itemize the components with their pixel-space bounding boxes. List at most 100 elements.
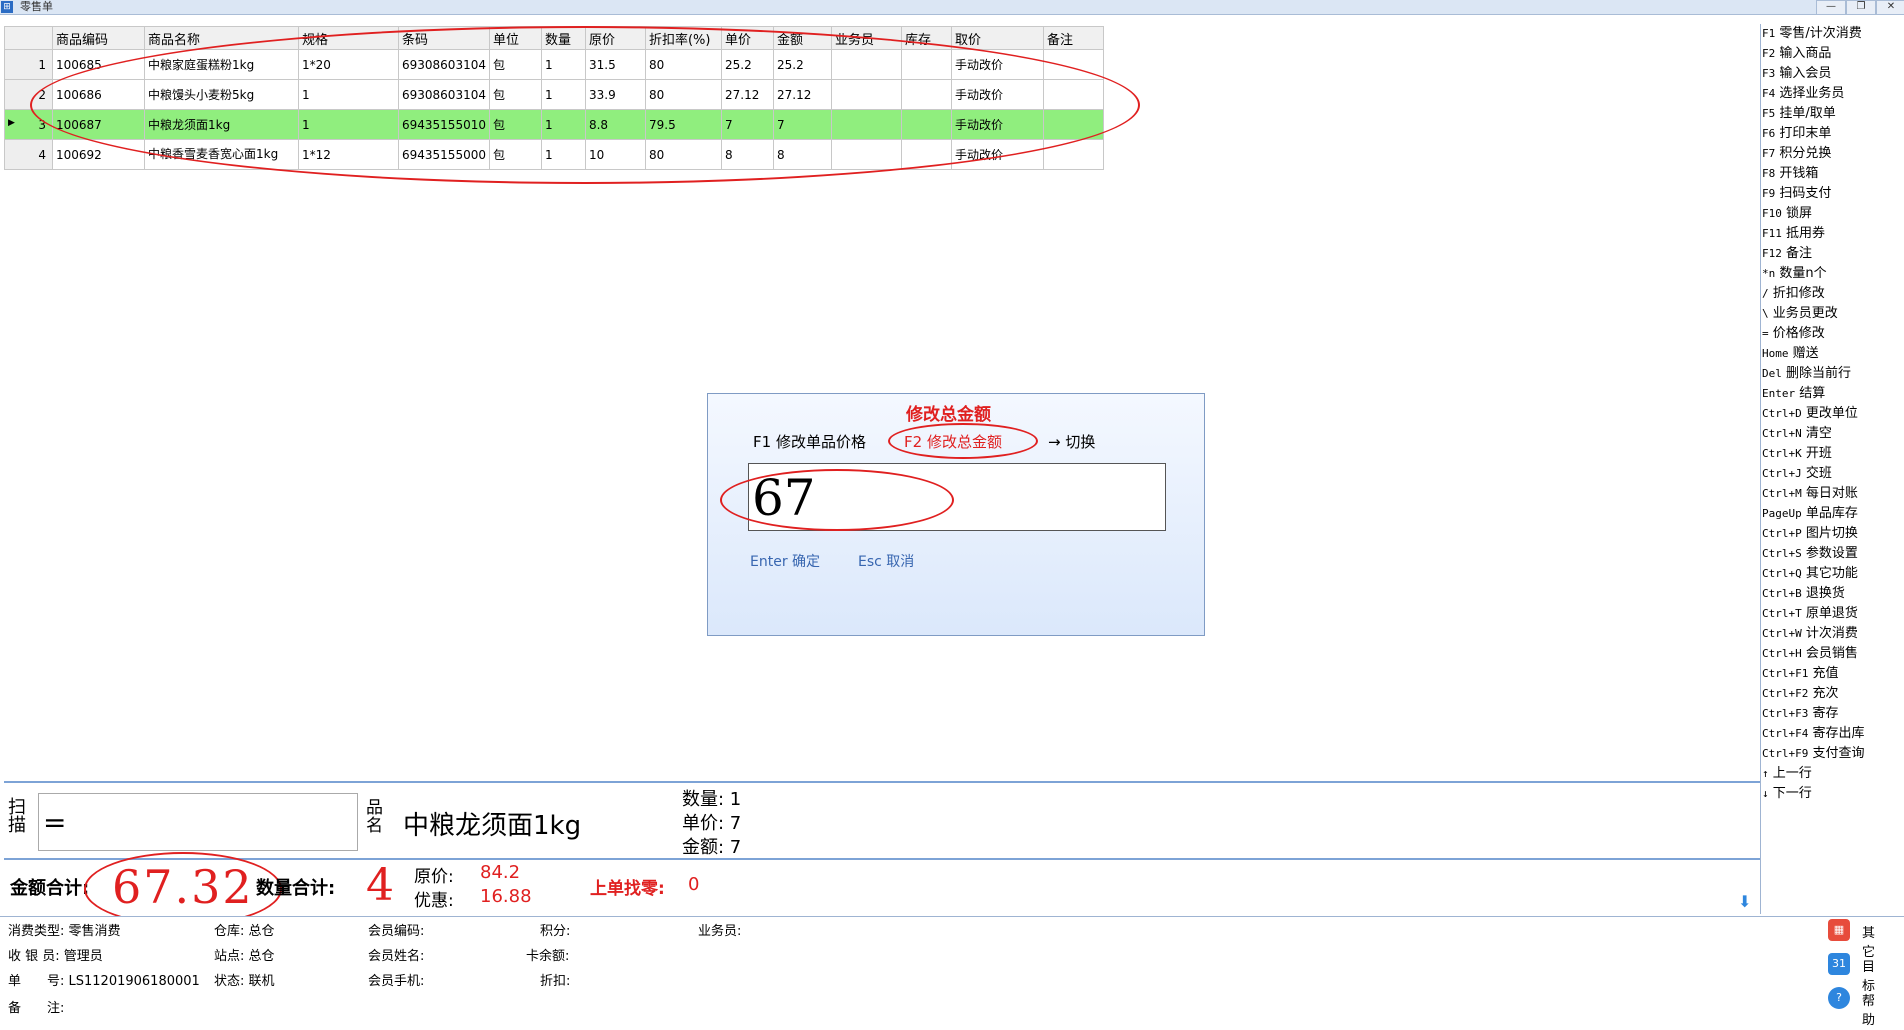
fn-key: F6 [1762,127,1776,140]
annotation-ellipse-f2 [888,423,1038,459]
fn-label: 删除当前行 [1786,366,1852,381]
scan-panel: 扫描 = 品名 中粮龙须面1kg 数量: 1 单价: 7 金额: 7 [4,781,1760,860]
fn-item[interactable]: F1 零售/计次消费 [1762,24,1904,44]
row-number: 1 [4,49,53,80]
fn-label: 退换货 [1805,586,1845,601]
fn-item[interactable]: Ctrl+B 退换货 [1762,584,1904,604]
remark[interactable]: 备 注: [8,997,64,1016]
calendar-icon: 31 [1828,953,1850,975]
discount-value: 16.88 [480,886,532,907]
expand-down-icon[interactable]: ⬇ [1738,894,1752,910]
cashier: 收 银 员: 管理员 [8,949,103,964]
fn-item[interactable]: *n 数量n个 [1762,264,1904,284]
minimize-button[interactable]: — [1816,0,1846,15]
fn-key: Ctrl+F2 [1762,687,1809,700]
switch-hint: → 切换 [1048,433,1096,451]
annotation-ellipse-total [84,852,282,926]
fn-item[interactable]: Ctrl+J 交班 [1762,464,1904,484]
fn-item[interactable]: Ctrl+P 图片切换 [1762,524,1904,544]
fn-item[interactable]: Ctrl+W 计次消费 [1762,624,1904,644]
member-phone: 会员手机: [368,974,425,989]
fn-key: Ctrl+M [1762,487,1802,500]
current-price: 单价: 7 [682,813,742,834]
fn-key: PageUp [1762,507,1802,520]
fn-key: Ctrl+Q [1762,567,1802,580]
annotation-ellipse-table [30,26,1140,184]
fn-item[interactable]: Ctrl+Q 其它功能 [1762,564,1904,584]
edit-single-price-option[interactable]: F1 修改单品价格 [753,431,866,452]
fn-key: ↑ [1762,767,1769,780]
header-note[interactable]: 备注 [1042,26,1104,50]
total-amount-label: 金额合计: [10,878,90,899]
fn-key: F12 [1762,247,1782,260]
fn-label: 更改单位 [1805,406,1858,421]
fn-item[interactable]: F3 输入会员 [1762,64,1904,84]
fn-key: ↓ [1762,787,1769,800]
row-number: 4 [4,139,53,170]
fn-key: / [1762,287,1769,300]
fn-item[interactable]: F5 挂单/取单 [1762,104,1904,124]
fn-label: 零售/计次消费 [1779,26,1862,41]
fn-key: Home [1762,347,1789,360]
close-button[interactable]: ✕ [1876,0,1904,15]
fn-item[interactable]: Ctrl+D 更改单位 [1762,404,1904,424]
fn-item[interactable]: F2 输入商品 [1762,44,1904,64]
fn-item[interactable]: Del 删除当前行 [1762,364,1904,384]
fn-item[interactable]: F9 扫码支付 [1762,184,1904,204]
fn-item[interactable]: Ctrl+S 参数设置 [1762,544,1904,564]
totals-bar: 金额合计: 67.32 数量合计: 4 原价: 84.2 优惠: 16.88 上… [4,852,1760,926]
fn-item[interactable]: Ctrl+N 清空 [1762,424,1904,444]
fn-item[interactable]: ↓ 下一行 [1762,784,1904,804]
fn-item[interactable]: Ctrl+H 会员销售 [1762,644,1904,664]
fn-label: 交班 [1805,466,1832,481]
fn-item[interactable]: PageUp 单品库存 [1762,504,1904,524]
fn-label: 会员销售 [1805,646,1858,661]
fn-item[interactable]: F6 打印末单 [1762,124,1904,144]
fn-item[interactable]: Ctrl+K 开班 [1762,444,1904,464]
target-label: 目标 [1862,960,1876,994]
header-pricing[interactable]: 取价 [950,26,1044,50]
restore-button[interactable]: ❐ [1846,0,1876,15]
fn-item[interactable]: F11 抵用券 [1762,224,1904,244]
fn-key: Ctrl+H [1762,647,1802,660]
fn-item[interactable]: Ctrl+F2 充次 [1762,684,1904,704]
fn-item[interactable]: Ctrl+F3 寄存 [1762,704,1904,724]
original-price-value: 84.2 [480,862,521,883]
fn-label: 参数设置 [1805,546,1858,561]
fn-key: F5 [1762,107,1776,120]
header-rowno [4,26,53,50]
help-label: 帮助 [1862,994,1876,1028]
fn-item[interactable]: F7 积分兑换 [1762,144,1904,164]
fn-item[interactable]: F8 开钱箱 [1762,164,1904,184]
cancel-button[interactable]: Esc 取消 [858,551,914,571]
fn-item[interactable]: \ 业务员更改 [1762,304,1904,324]
fn-item[interactable]: Enter 结算 [1762,384,1904,404]
fn-item[interactable]: ↑ 上一行 [1762,764,1904,784]
header-code[interactable]: 商品编码 [52,26,145,50]
fn-item[interactable]: F10 锁屏 [1762,204,1904,224]
scan-input[interactable]: = [38,793,358,851]
fn-label: 积分兑换 [1779,146,1832,161]
grid-icon: ▦ [1828,919,1850,941]
fn-item[interactable]: / 折扣修改 [1762,284,1904,304]
fn-item[interactable]: Ctrl+F1 充值 [1762,664,1904,684]
fn-key: Enter [1762,387,1796,400]
fn-item[interactable]: F12 备注 [1762,244,1904,264]
panel-divider [1760,24,1761,914]
fn-label: 赠送 [1792,346,1819,361]
fn-key: F1 [1762,27,1776,40]
fn-key: Ctrl+S [1762,547,1802,560]
fn-item[interactable]: F4 选择业务员 [1762,84,1904,104]
fn-item[interactable]: Ctrl+T 原单退货 [1762,604,1904,624]
function-key-panel: F1 零售/计次消费 F2 输入商品 F3 输入会员 F4 选择业务员 F5 挂… [1762,24,1904,804]
fn-item[interactable]: Home 赠送 [1762,344,1904,364]
fn-label: 备注 [1786,246,1813,261]
fn-item[interactable]: = 价格修改 [1762,324,1904,344]
total-qty: 4 [366,860,394,911]
fn-item[interactable]: Ctrl+F4 寄存出库 [1762,724,1904,744]
fn-item[interactable]: Ctrl+M 每日对账 [1762,484,1904,504]
fn-label: 寄存出库 [1812,726,1865,741]
confirm-button[interactable]: Enter 确定 [750,551,820,571]
fn-key: Ctrl+D [1762,407,1802,420]
fn-item[interactable]: Ctrl+F9 支付查询 [1762,744,1904,764]
